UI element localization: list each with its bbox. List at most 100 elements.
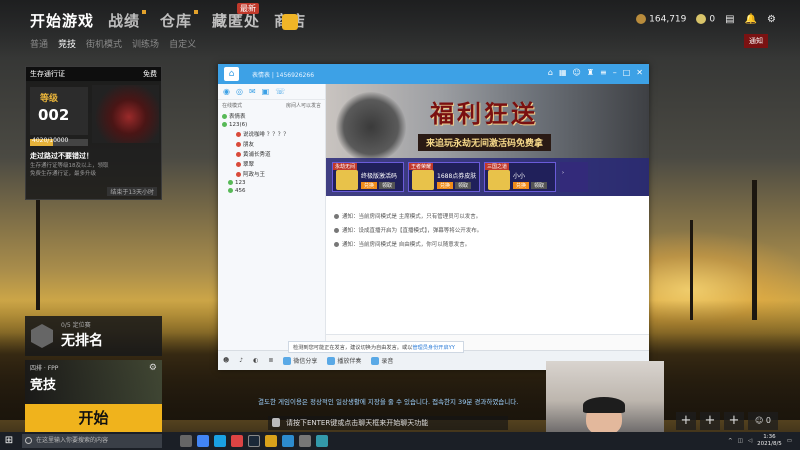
app-icon[interactable] [316, 435, 328, 447]
offer-image [412, 170, 434, 190]
minimize-icon[interactable]: – [613, 68, 617, 77]
shop-coin-icon[interactable] [282, 14, 298, 30]
tree-item[interactable]: 朋友 [218, 139, 325, 149]
tree-item[interactable]: 黄浦长秀道 [218, 149, 325, 159]
app-icon[interactable] [299, 435, 311, 447]
tree-item[interactable]: 123(6) [218, 121, 325, 129]
tab-career[interactable]: 战绩 [108, 10, 147, 31]
survivor-pass-card[interactable]: 生存通行证 免费 等级 002 4020/10000 走过路过不要错过！ 生存通… [25, 66, 162, 200]
offer-claim-button[interactable]: 领取 [455, 182, 472, 189]
banner-subtitle: 来追玩永劫无间激活码免费拿 [418, 134, 552, 151]
add-teammate-button[interactable]: + [676, 412, 696, 430]
search-icon [25, 437, 32, 444]
windows-taskbar: ⊞ 在这里输入你要搜索的内容 ^ ◫ ◁ 1:36 2021/8/5 ▭ [0, 432, 800, 450]
notification-icon[interactable]: ▭ [787, 438, 792, 444]
party-count-button[interactable]: ☺ 0 [748, 412, 778, 430]
tree-item[interactable]: 翠翠 [218, 159, 325, 169]
tab-start-game[interactable]: 开始游戏 [30, 10, 94, 31]
app-icon[interactable] [282, 435, 294, 447]
channel-mode-header: 在线模式 房间人可以发言 [218, 100, 325, 111]
message-item: 通知：当前房间模式是 自由模式，你可以随意发言。 [334, 240, 641, 248]
tree-item[interactable]: 阿政与王 [218, 169, 325, 179]
close-icon[interactable]: ✕ [636, 68, 643, 77]
chat-window-titlebar[interactable]: ⌂ 表情表 | 1456926266 ⌂ ▦ ☺ ♜ ≡ – □ ✕ [218, 64, 649, 84]
mode-settings-gear-icon[interactable]: ⚙ [149, 363, 157, 373]
app-icon[interactable] [214, 435, 226, 447]
channel-toolbar: ◉ ◎ ✉ ▣ ☏ [218, 84, 325, 100]
game-icon[interactable] [265, 435, 277, 447]
person-icon[interactable]: ☺ [573, 68, 581, 77]
chat-window-user: 表情表 | 1456926266 [252, 72, 315, 79]
subtab-custom[interactable]: 自定义 [169, 37, 196, 50]
browser-icon[interactable] [197, 435, 209, 447]
offer-name: 终极版激活码 [361, 173, 398, 180]
record-button[interactable]: 录音 [371, 356, 393, 365]
tree-item[interactable]: 456 [218, 187, 325, 195]
pass-level-box: 等级 002 [30, 87, 88, 135]
offer-claim-button[interactable]: 领取 [531, 182, 548, 189]
home-tab-icon[interactable]: ⌂ [548, 68, 553, 77]
steam-icon[interactable] [248, 435, 260, 447]
add-teammate-button[interactable]: + [700, 412, 720, 430]
shirt-icon[interactable]: ♜ [587, 68, 594, 77]
tree-item[interactable]: 表情表 [218, 111, 325, 121]
pass-reward-image [92, 85, 159, 143]
start-button[interactable]: 开始 [25, 404, 162, 432]
phone-icon[interactable]: ☏ [275, 87, 285, 96]
bell-icon[interactable]: 🔔 [745, 14, 757, 25]
tree-trunk-mid [690, 220, 693, 320]
wechat-share-button[interactable]: 微信分享 [283, 356, 317, 365]
app-icon[interactable] [231, 435, 243, 447]
taskbar-clock[interactable]: 1:36 2021/8/5 [757, 434, 782, 448]
chat-enter-hint[interactable]: 请按下ENTER键或点击聊天框来开始聊天功能 [268, 416, 508, 430]
offer-claim-button[interactable]: 领取 [379, 182, 396, 189]
emoji-icon[interactable]: ☻ [223, 357, 229, 364]
subtab-training[interactable]: 训练场 [132, 37, 159, 50]
offer-card[interactable]: 永劫无间 终极版激活码 兑换 领取 [332, 162, 404, 192]
gear-icon[interactable]: ⚙ [767, 14, 776, 25]
subtab-normal[interactable]: 普通 [30, 37, 48, 50]
promo-banner[interactable]: 福利狂送 来追玩永劫无间激活码免费拿 永劫无间 终极版激活码 兑换 领取 王者荣… [326, 84, 649, 196]
menu-icon[interactable]: ≡ [600, 68, 607, 77]
game-chat-line: 결도한 게임이용은 정상적인 일상생활에 지장을 줄 수 있습니다. 접속한지 … [258, 398, 519, 406]
user-icon[interactable]: ◉ [223, 87, 230, 96]
offer-card[interactable]: 三国之道 小小 兑换 领取 [484, 162, 556, 192]
rank-card[interactable]: 0/5 定位赛 无排名 [25, 316, 162, 356]
mode-select-card[interactable]: 四排 · FPP 竞技 ⚙ [25, 360, 162, 404]
network-icon[interactable]: ◫ [738, 438, 743, 444]
speaker-icon[interactable]: ◐ [253, 357, 258, 364]
subtab-arcade[interactable]: 街机模式 [86, 37, 122, 50]
g-currency: 0 [696, 14, 715, 25]
message-item: 通知：当前房间模式是 主席模式，只有管理员可以发言。 [334, 212, 641, 220]
chat-icon[interactable]: ✉ [249, 87, 256, 96]
admin-link[interactable]: 管理员身份开启YY [412, 345, 455, 351]
mail-icon[interactable]: ▤ [725, 14, 734, 25]
add-teammate-button[interactable]: + [724, 412, 744, 430]
offer-next-arrow-icon[interactable]: › [560, 162, 588, 192]
maximize-icon[interactable]: □ [623, 68, 631, 77]
task-view-icon[interactable] [180, 435, 192, 447]
pass-title: 生存通行证 [30, 70, 65, 78]
offer-redeem-button[interactable]: 兑换 [513, 182, 530, 189]
play-accompaniment-button[interactable]: 播放伴奏 [327, 356, 361, 365]
offer-redeem-button[interactable]: 兑换 [361, 182, 378, 189]
tab-inventory[interactable]: 仓库 [160, 10, 199, 31]
note-icon[interactable]: ▣ [262, 87, 270, 96]
volume-icon[interactable]: ◁ [748, 438, 752, 444]
channel-mode-select[interactable]: 在线模式 [222, 102, 242, 109]
home-icon[interactable]: ⌂ [224, 67, 239, 81]
subtab-ranked[interactable]: 竞技 [58, 37, 76, 50]
tree-item[interactable]: 123 [218, 179, 325, 187]
offer-card[interactable]: 王者荣耀 1688点券皮肤 兑换 领取 [408, 162, 480, 192]
taskbar-search[interactable]: 在这里输入你要搜索的内容 [22, 434, 162, 448]
taskbar-apps [180, 435, 328, 447]
tree-item[interactable]: 说说咖啡 ？？？？ [218, 129, 325, 139]
offer-redeem-button[interactable]: 兑换 [437, 182, 454, 189]
location-icon[interactable]: ◎ [236, 87, 243, 96]
grid-icon[interactable]: ▦ [559, 68, 567, 77]
tray-arrow-icon[interactable]: ^ [728, 438, 733, 444]
mic-icon[interactable]: ♪ [239, 357, 243, 364]
equalizer-icon[interactable]: ≣ [268, 357, 273, 364]
g-coin-icon [696, 14, 707, 25]
windows-start-icon[interactable]: ⊞ [0, 432, 18, 450]
